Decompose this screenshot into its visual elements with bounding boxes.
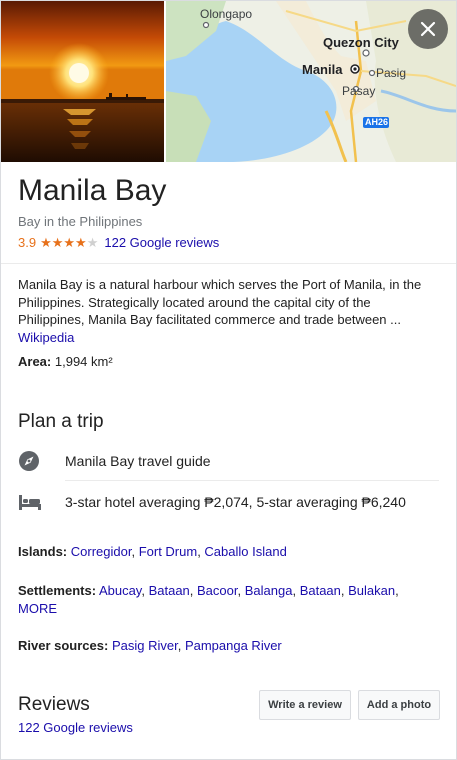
islands-fact: Islands: Corregidor, Fort Drum, Caballo … xyxy=(18,544,287,559)
area-fact: Area: 1,994 km² xyxy=(18,354,113,369)
reviews-count-link[interactable]: 122 Google reviews xyxy=(18,720,133,735)
settlement-link[interactable]: Bacoor xyxy=(197,583,237,598)
map-label-pasay: Pasay xyxy=(342,84,376,98)
map-label-pasig: Pasig xyxy=(376,66,407,80)
area-label: Area: xyxy=(18,354,52,369)
divider xyxy=(1,263,456,264)
hotel-price-label: 3-star hotel averaging ₱2,074, 5-star av… xyxy=(65,494,406,510)
write-review-button[interactable]: Write a review xyxy=(259,690,351,720)
map-label-manila: Manila xyxy=(302,62,343,77)
river-sources-fact: River sources: Pasig River, Pampanga Riv… xyxy=(18,638,282,653)
compass-icon xyxy=(18,450,44,472)
description: Manila Bay is a natural harbour which se… xyxy=(18,276,438,346)
trip-item-travel-guide[interactable]: Manila Bay travel guide xyxy=(18,450,211,472)
map-label-highway: AH26 xyxy=(365,117,389,127)
star-icon: ★ xyxy=(40,235,52,250)
add-photo-button[interactable]: Add a photo xyxy=(358,690,440,720)
star-rating: ★ ★ ★ ★ ★ xyxy=(40,236,98,249)
star-empty-icon: ★ xyxy=(86,235,99,250)
sunset-photo[interactable] xyxy=(1,1,164,162)
plan-trip-heading: Plan a trip xyxy=(18,411,104,432)
settlements-label: Settlements: xyxy=(18,583,97,598)
settlement-link[interactable]: Bataan xyxy=(149,583,190,598)
map-label-quezon: Quezon City xyxy=(323,35,399,50)
rating-row: 3.9 ★ ★ ★ ★ ★ 122 Google reviews xyxy=(18,235,219,250)
settlement-link[interactable]: Balanga xyxy=(245,583,293,598)
hotel-bed-icon xyxy=(18,491,44,513)
star-icon: ★ xyxy=(51,235,64,250)
place-subtitle: Bay in the Philippines xyxy=(18,214,143,229)
divider xyxy=(65,480,439,481)
island-link[interactable]: Caballo Island xyxy=(204,544,286,559)
area-value: 1,994 km² xyxy=(54,354,113,369)
settlement-link[interactable]: Abucay xyxy=(99,583,141,598)
map-label-olongapo: Olongapo xyxy=(200,7,253,21)
settlement-link[interactable]: Bulakan xyxy=(348,583,395,598)
river-sources-label: River sources: xyxy=(18,638,109,653)
reviews-heading: Reviews xyxy=(18,694,90,715)
close-button[interactable] xyxy=(408,9,448,49)
settlements-more-link[interactable]: MORE xyxy=(18,601,57,616)
settlements-fact: Settlements: Abucay, Bataan, Bacoor, Bal… xyxy=(18,583,399,616)
rating-value: 3.9 xyxy=(18,235,37,250)
sunset-image xyxy=(1,1,164,162)
place-title: Manila Bay xyxy=(18,174,167,207)
star-icon: ★ xyxy=(63,235,76,250)
settlement-link[interactable]: Bataan xyxy=(300,583,341,598)
wikipedia-link[interactable]: Wikipedia xyxy=(18,330,74,345)
islands-label: Islands: xyxy=(18,544,68,559)
star-icon: ★ xyxy=(75,235,87,250)
trip-item-hotels[interactable]: 3-star hotel averaging ₱2,074, 5-star av… xyxy=(18,491,406,513)
river-link[interactable]: Pasig River xyxy=(112,638,178,653)
reviews-link[interactable]: 122 Google reviews xyxy=(104,235,219,250)
island-link[interactable]: Fort Drum xyxy=(139,544,198,559)
hero-images: Olongapo Quezon City Manila Pasig Pasay … xyxy=(1,1,456,162)
description-text: Manila Bay is a natural harbour which se… xyxy=(18,277,422,327)
travel-guide-label: Manila Bay travel guide xyxy=(65,453,211,469)
river-link[interactable]: Pampanga River xyxy=(185,638,282,653)
knowledge-panel: Olongapo Quezon City Manila Pasig Pasay … xyxy=(0,0,457,760)
island-link[interactable]: Corregidor xyxy=(71,544,132,559)
close-icon xyxy=(420,21,436,37)
